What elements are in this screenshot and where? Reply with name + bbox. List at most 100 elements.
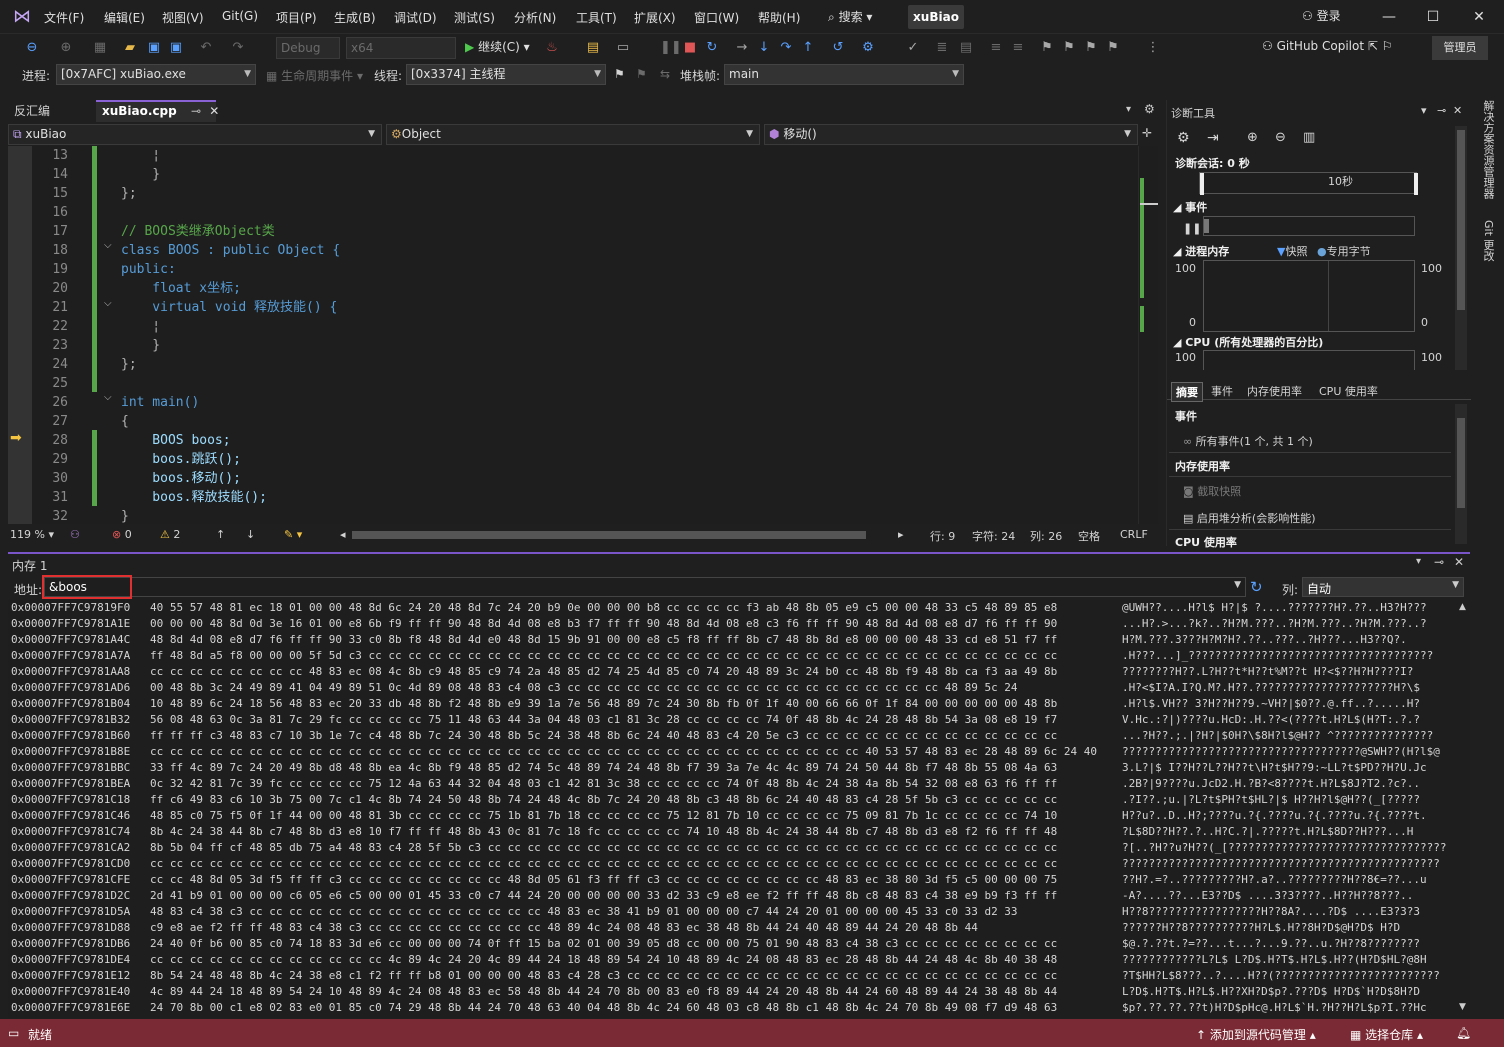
tab-disassembly[interactable]: 反汇编: [8, 100, 96, 122]
column-indicator[interactable]: 列: 26: [1030, 528, 1062, 544]
collapse-toggle-icon[interactable]: ⌵: [104, 240, 112, 251]
line-indicator[interactable]: 行: 9: [930, 528, 955, 544]
bookmark-icon[interactable]: ⚑: [1040, 38, 1054, 58]
stop-icon[interactable]: ■: [682, 38, 698, 58]
uncomment-icon[interactable]: ≡: [1010, 38, 1026, 58]
panel-menu-icon[interactable]: ▾: [1416, 556, 1421, 567]
step-into-icon[interactable]: ↓: [756, 38, 772, 58]
select-repository-button[interactable]: ▦ 选择仓库 ▴: [1350, 1026, 1423, 1043]
menu-item[interactable]: 工具(T): [576, 9, 617, 26]
menu-item[interactable]: 扩展(X): [634, 9, 676, 26]
undo-icon[interactable]: ↶: [196, 38, 216, 58]
process-memory-section[interactable]: ◢ 进程内存: [1173, 243, 1229, 259]
redo-icon[interactable]: ↷: [228, 38, 248, 58]
continue-button[interactable]: ▶ 继续(C) ▾: [465, 38, 530, 55]
collapse-toggle-icon[interactable]: ⌵: [104, 298, 112, 309]
flag-thread-icon[interactable]: ⚑: [614, 67, 625, 81]
editor-vertical-scrollbar[interactable]: [1138, 146, 1158, 524]
menu-item[interactable]: 编辑(E): [104, 9, 145, 26]
tab-list-dropdown-icon[interactable]: ▾: [1126, 104, 1131, 115]
step-over-icon[interactable]: ↷: [778, 38, 794, 58]
settings-gear-icon[interactable]: ⚙: [1177, 130, 1190, 146]
process-icon[interactable]: ▤: [584, 38, 602, 58]
memory-vertical-scrollbar[interactable]: ▲ ▼: [1456, 600, 1470, 1018]
open-folder-icon[interactable]: ▰: [120, 38, 140, 58]
zoom-in-icon[interactable]: ⊕: [1247, 130, 1258, 145]
scope-nav-select[interactable]: ⚙Object ▼: [386, 124, 760, 145]
forward-navigation-icon[interactable]: ⊕: [56, 38, 76, 58]
error-count[interactable]: ⊗ 0: [112, 528, 132, 541]
pin-icon[interactable]: ⊸: [1437, 104, 1446, 117]
flag-all-icon[interactable]: ⚑: [636, 67, 647, 81]
next-bookmark-icon[interactable]: ⚑: [1084, 38, 1098, 58]
platform-select[interactable]: x64: [346, 37, 456, 59]
thread-select[interactable]: [0x3374] 主线程 ▼: [406, 64, 606, 85]
scroll-up-icon[interactable]: ▲: [1459, 602, 1466, 612]
menu-item[interactable]: 分析(N): [514, 9, 556, 26]
scrollbar-thumb[interactable]: [1457, 418, 1465, 508]
prev-bookmark-icon[interactable]: ⚑: [1062, 38, 1076, 58]
github-copilot-button[interactable]: ⚇ GitHub Copilot ⇱ ⚐: [1262, 39, 1393, 53]
search-button[interactable]: ⌕ 搜索 ▾: [828, 8, 872, 25]
columns-select[interactable]: 自动 ▼: [1302, 577, 1464, 597]
take-snapshot-button[interactable]: ◙ 截取快照: [1183, 483, 1241, 499]
visual-studio-logo-icon[interactable]: ⋈: [10, 6, 34, 28]
chevron-down-icon[interactable]: ▼: [1234, 580, 1241, 590]
zoom-out-icon[interactable]: ⊖: [1275, 130, 1286, 145]
pin-icon[interactable]: ⊸: [191, 104, 201, 118]
export-icon[interactable]: ⇥: [1207, 130, 1219, 146]
previous-issue-icon[interactable]: ↑: [216, 528, 225, 541]
restart-icon[interactable]: ↻: [704, 38, 720, 58]
notifications-bell-icon[interactable]: 🔔︎: [1456, 1026, 1471, 1040]
tab-xubiao-cpp[interactable]: xuBiao.cpp ⊸ ✕: [96, 100, 219, 122]
heap-profiling-button[interactable]: ▤ 启用堆分析(会影响性能): [1183, 510, 1316, 526]
close-icon[interactable]: ✕: [1453, 104, 1462, 117]
horizontal-scrollbar-thumb[interactable]: [352, 531, 866, 539]
close-icon[interactable]: ✕: [209, 104, 219, 118]
close-window-button[interactable]: ✕: [1464, 6, 1494, 28]
menu-item[interactable]: 项目(P): [276, 9, 317, 26]
timeline-start-handle[interactable]: [1200, 173, 1204, 195]
diagnostic-summary-scrollbar[interactable]: [1455, 404, 1467, 544]
clear-bookmarks-icon[interactable]: ⚑: [1106, 38, 1120, 58]
member-nav-select[interactable]: ⬢ 移动() ▼: [764, 124, 1138, 145]
menu-item[interactable]: 视图(V): [162, 9, 204, 26]
cpu-section[interactable]: ◢ CPU (所有处理器的百分比): [1173, 334, 1323, 350]
lifecycle-events-button[interactable]: ▦ 生命周期事件 ▾: [266, 67, 363, 84]
new-project-icon[interactable]: ▦: [90, 38, 110, 58]
save-all-icon[interactable]: ▣: [166, 38, 186, 58]
tab-summary[interactable]: 摘要: [1171, 382, 1203, 402]
tab-events[interactable]: 事件: [1211, 383, 1233, 399]
menu-item[interactable]: 测试(S): [454, 9, 495, 26]
panel-menu-icon[interactable]: ▾: [1421, 104, 1427, 117]
all-events-link[interactable]: ∞ 所有事件(1 个, 共 1 个): [1183, 433, 1313, 449]
toolbar-overflow-icon[interactable]: ⋮: [1146, 38, 1160, 58]
maximize-button[interactable]: ☐: [1418, 6, 1448, 28]
back-navigation-icon[interactable]: ⊖: [22, 38, 42, 58]
login-button[interactable]: ⚇ 登录: [1302, 7, 1341, 24]
line-ending-indicator[interactable]: CRLF: [1120, 528, 1148, 541]
tab-memory-usage[interactable]: 内存使用率: [1247, 383, 1302, 399]
settings-gear-icon[interactable]: ⚙: [1144, 102, 1155, 116]
char-indicator[interactable]: 字符: 24: [972, 528, 1015, 544]
events-section[interactable]: ◢ 事件: [1173, 199, 1207, 215]
diagnostics-icon[interactable]: ▭: [614, 38, 632, 58]
scroll-right-icon[interactable]: ▸: [898, 528, 904, 541]
breakpoint-margin[interactable]: [8, 146, 32, 524]
menu-item[interactable]: Git(G): [222, 9, 258, 23]
reset-view-icon[interactable]: ▥: [1303, 130, 1315, 145]
pause-icon[interactable]: ❚❚: [660, 38, 682, 58]
memory-graph[interactable]: [1203, 260, 1415, 332]
hex-display-icon[interactable]: ⚙: [860, 38, 876, 58]
spellcheck-icon[interactable]: ✓: [904, 38, 922, 58]
warning-count[interactable]: ⚠ 2: [160, 528, 180, 541]
code-cleanup-icon[interactable]: ✎ ▾: [284, 528, 302, 541]
whitespace-indicator[interactable]: 空格: [1078, 528, 1100, 544]
outline-icon[interactable]: ≣: [934, 38, 950, 58]
git-changes-tab[interactable]: Git 更改: [1480, 220, 1496, 261]
close-icon[interactable]: ✕: [1454, 555, 1464, 569]
menu-item[interactable]: 帮助(H): [758, 9, 800, 26]
solution-name-badge[interactable]: xuBiao: [908, 5, 964, 29]
split-editor-icon[interactable]: ✛: [1142, 126, 1152, 140]
pin-icon[interactable]: ⊸: [1434, 555, 1444, 569]
